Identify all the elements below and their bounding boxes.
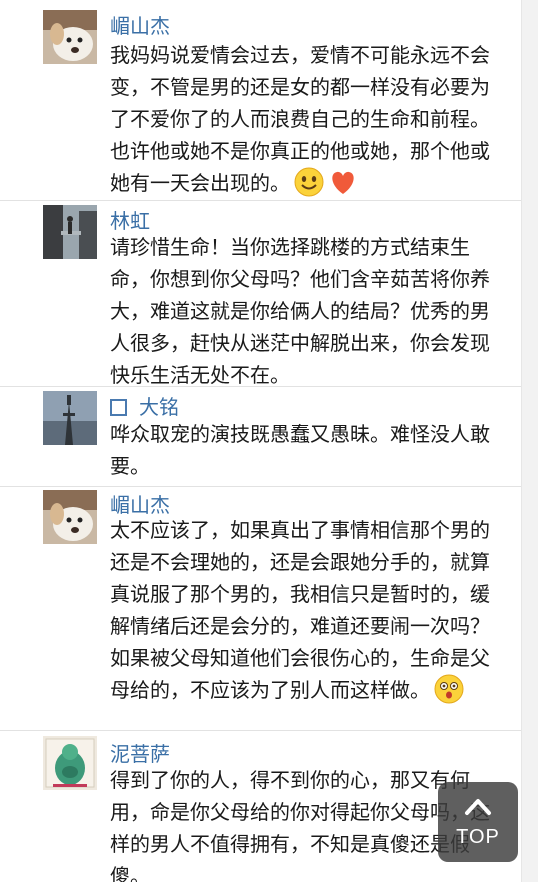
heart-emoji-icon: [332, 171, 354, 194]
comment-item: 林虹 请珍惜生命！当你选择跳楼的方式结束生命，你想到你父母吗？他们含辛茹苦将你养…: [0, 200, 522, 387]
tower-photo-avatar-icon: [43, 391, 97, 445]
comment-text: 我妈妈说爱情会过去，爱情不可能永远不会变，不管是男的还是女的都一样没有必要为了不…: [110, 39, 506, 199]
username[interactable]: 泥菩萨: [110, 742, 170, 766]
avatar[interactable]: [43, 10, 97, 64]
comment-text: 太不应该了，如果真出了事情相信那个男的还是不会理她的，还是会跟她分手的，就算真说…: [110, 514, 506, 706]
buddha-statue-avatar-icon: [43, 736, 97, 790]
avatar[interactable]: [43, 736, 97, 790]
dog-avatar-icon: [43, 490, 97, 544]
comment-item: 嵋山杰 太不应该了，如果真出了事情相信那个男的还是不会理她的，还是会跟她分手的，…: [0, 486, 522, 730]
back-to-top-button[interactable]: TOP: [438, 782, 518, 862]
smile-emoji-icon: [294, 167, 324, 197]
comment-feed: 嵋山杰 我妈妈说爱情会过去，爱情不可能永远不会变，不管是男的还是女的都一样没有必…: [0, 0, 522, 882]
username[interactable]: 林虹: [110, 209, 150, 233]
comment-item: 大铭 哗众取宠的演技既愚蠢又愚昧。难怪没人敢要。: [0, 386, 522, 486]
dog-avatar-icon: [43, 10, 97, 64]
avatar[interactable]: [43, 205, 97, 259]
chevron-up-icon: [465, 799, 491, 815]
checkbox-icon: [110, 399, 127, 416]
building-photo-avatar-icon: [43, 205, 97, 259]
avatar[interactable]: [43, 391, 97, 445]
shocked-emoji-icon: [434, 674, 464, 704]
scrollbar[interactable]: [521, 0, 538, 882]
username[interactable]: 嵋山杰: [110, 14, 170, 38]
username-text: 大铭: [139, 395, 179, 419]
comment-text: 哗众取宠的演技既愚蠢又愚昧。难怪没人敢要。: [110, 422, 490, 478]
back-to-top-label: TOP: [456, 826, 500, 848]
comment-item: 嵋山杰 我妈妈说爱情会过去，爱情不可能永远不会变，不管是男的还是女的都一样没有必…: [0, 0, 522, 200]
avatar[interactable]: [43, 490, 97, 544]
comment-text: 请珍惜生命！当你选择跳楼的方式结束生命，你想到你父母吗？他们含辛茹苦将你养大，难…: [110, 235, 490, 387]
username[interactable]: 大铭: [110, 395, 179, 419]
comment-text-body: 太不应该了，如果真出了事情相信那个男的还是不会理她的，还是会跟她分手的，就算真说…: [110, 518, 490, 702]
